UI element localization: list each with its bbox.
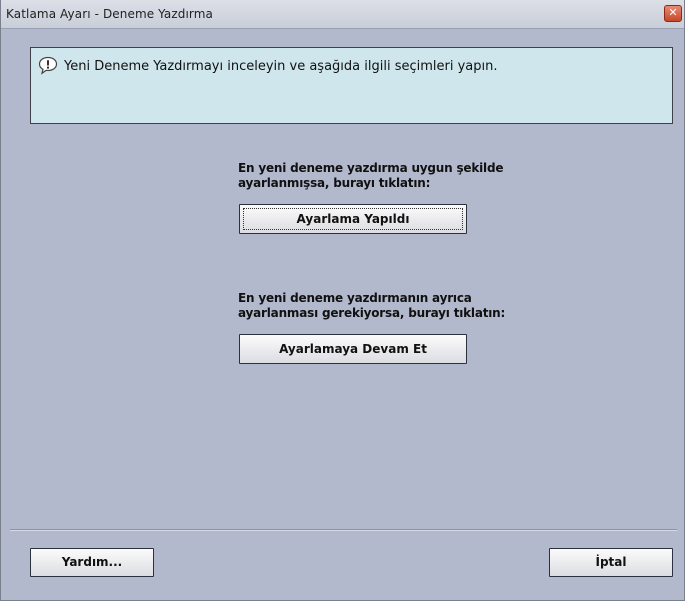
close-button[interactable]: ✕: [664, 5, 682, 22]
dialog-window: Katlama Ayarı - Deneme Yazdırma ✕ Yeni D…: [0, 0, 685, 601]
adjustment-done-button[interactable]: Ayarlama Yapıldı: [239, 204, 467, 234]
option2-line1: En yeni deneme yazdırmanın ayrıca: [238, 291, 472, 305]
close-icon: ✕: [668, 6, 678, 19]
focus-indicator: [243, 208, 463, 230]
window-title: Katlama Ayarı - Deneme Yazdırma: [6, 7, 213, 21]
option2-description: En yeni deneme yazdırmanın ayrıca ayarla…: [238, 291, 505, 321]
option2-line2: ayarlanması gerekiyorsa, burayı tıklatın…: [238, 306, 506, 320]
option1-line2: ayarlanmışsa, burayı tıklatın:: [238, 176, 431, 190]
continue-adjustment-label: Ayarlamaya Devam Et: [279, 342, 427, 356]
cancel-button[interactable]: İptal: [549, 548, 673, 577]
speech-bubble-exclamation-icon: [38, 56, 58, 75]
cancel-label: İptal: [595, 555, 627, 569]
help-button[interactable]: Yardım...: [30, 548, 154, 577]
help-label: Yardım...: [61, 555, 123, 569]
option1-description: En yeni deneme yazdırma uygun şekilde ay…: [238, 161, 503, 191]
option1-line1: En yeni deneme yazdırma uygun şekilde: [238, 161, 504, 175]
instruction-text: Yeni Deneme Yazdırmayı inceleyin ve aşağ…: [64, 59, 498, 74]
title-bar[interactable]: Katlama Ayarı - Deneme Yazdırma ✕: [1, 0, 684, 29]
continue-adjustment-button[interactable]: Ayarlamaya Devam Et: [239, 334, 467, 364]
instruction-panel: Yeni Deneme Yazdırmayı inceleyin ve aşağ…: [30, 47, 673, 124]
footer-separator: [10, 529, 677, 531]
